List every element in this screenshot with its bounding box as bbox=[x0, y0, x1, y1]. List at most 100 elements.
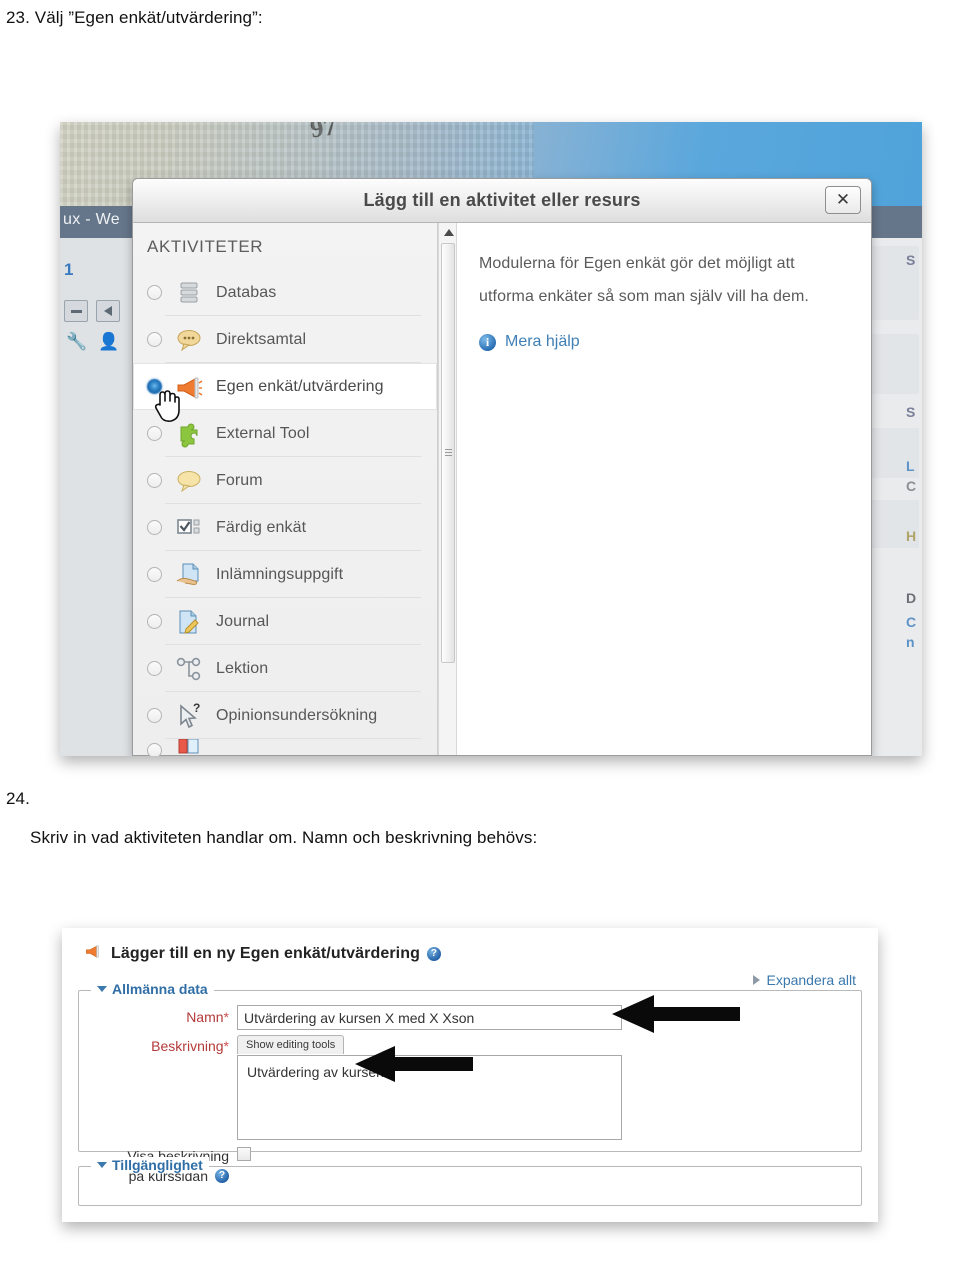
checklist-icon bbox=[174, 513, 204, 543]
svg-text:?: ? bbox=[193, 701, 200, 715]
wrench-icon[interactable]: 🔧 bbox=[66, 332, 87, 352]
activity-option-direktsamtal[interactable]: Direktsamtal bbox=[133, 316, 437, 363]
radio-opinionsundersokning[interactable] bbox=[147, 708, 162, 723]
radio-databas[interactable] bbox=[147, 285, 162, 300]
description-editor[interactable]: Utvärdering av kursen bbox=[237, 1055, 622, 1140]
block-link-fragment[interactable]: C bbox=[906, 478, 916, 494]
activity-label: Direktsamtal bbox=[216, 330, 307, 348]
activity-list-scrollbar[interactable] bbox=[438, 223, 457, 755]
expand-all-label: Expandera allt bbox=[766, 972, 856, 988]
step-24-text: Skriv in vad aktiviteten handlar om. Nam… bbox=[30, 828, 538, 847]
dialog-body: AKTIVITETER Databas Direktsamtal Egen en… bbox=[133, 223, 871, 756]
dialog-title: Lägg till en aktivitet eller resurs bbox=[363, 190, 641, 210]
description-field-label: Beskrivning* bbox=[103, 1038, 229, 1054]
activity-label: Databas bbox=[216, 283, 277, 301]
activity-option-databas[interactable]: Databas bbox=[133, 269, 437, 316]
chevron-right-icon bbox=[753, 975, 761, 985]
name-label-text: Namn bbox=[186, 1009, 224, 1025]
activity-label: Inlämningsuppgift bbox=[216, 565, 344, 583]
activity-label: Opinionsundersökning bbox=[216, 706, 378, 724]
radio-forum[interactable] bbox=[147, 473, 162, 488]
expand-all-link[interactable]: Expandera allt bbox=[753, 972, 856, 988]
screenshot-add-survey-form: Lägger till en ny Egen enkät/utvärdering… bbox=[62, 928, 878, 1222]
puzzle-piece-icon bbox=[174, 419, 204, 449]
activity-option-lektion[interactable]: Lektion bbox=[133, 645, 437, 692]
book-icon bbox=[174, 739, 204, 756]
block-title-fragment: S bbox=[906, 252, 916, 268]
activities-heading: AKTIVITETER bbox=[147, 237, 264, 256]
activity-label: Journal bbox=[216, 612, 270, 630]
show-editing-tools-button[interactable]: Show editing tools bbox=[237, 1035, 345, 1054]
activity-option-forum[interactable]: Forum bbox=[133, 457, 437, 504]
description-editor-content: Utvärdering av kursen bbox=[247, 1064, 384, 1080]
hand-paper-icon bbox=[174, 560, 204, 590]
pencil-page-icon bbox=[174, 607, 204, 637]
activity-description: Modulerna för Egen enkät gör det möjligt… bbox=[479, 255, 809, 305]
general-settings-fieldset: Allmänna data Namn* Beskrivning* Show ed… bbox=[78, 981, 862, 1184]
scrollbar-thumb[interactable] bbox=[441, 243, 455, 663]
activity-option-opinionsundersokning[interactable]: ? Opinionsundersökning bbox=[133, 692, 437, 739]
block-link-fragment[interactable]: n bbox=[906, 634, 915, 650]
availability-fieldset: Tillgänglighet bbox=[78, 1157, 862, 1206]
block-link-fragment[interactable]: L bbox=[906, 458, 915, 474]
activity-label: Forum bbox=[216, 471, 263, 489]
radio-inlamningsuppgift[interactable] bbox=[147, 567, 162, 582]
database-icon bbox=[174, 278, 204, 308]
back-button[interactable] bbox=[96, 300, 120, 322]
availability-label: Tillgänglighet bbox=[112, 1157, 203, 1173]
block-link-fragment[interactable]: C bbox=[906, 614, 916, 630]
more-help-link[interactable]: i Mera hjälp bbox=[479, 333, 849, 351]
activity-option-egen-enkat[interactable]: Egen enkät/utvärdering bbox=[133, 363, 437, 422]
activity-list-panel: AKTIVITETER Databas Direktsamtal Egen en… bbox=[133, 223, 438, 756]
general-settings-label: Allmänna data bbox=[112, 981, 208, 997]
info-icon: i bbox=[479, 333, 496, 351]
activity-label: Egen enkät/utvärdering bbox=[216, 377, 384, 395]
scroll-up-icon[interactable] bbox=[444, 229, 454, 236]
step-24-number: 24. bbox=[6, 789, 30, 808]
scrollbar-grip bbox=[445, 449, 452, 457]
radio-fardig-enkat[interactable] bbox=[147, 520, 162, 535]
form-heading: Lägger till en ny Egen enkät/utvärdering… bbox=[84, 942, 441, 965]
block-link-fragment[interactable]: D bbox=[906, 590, 916, 606]
radio-direktsamtal[interactable] bbox=[147, 332, 162, 347]
more-help-label: Mera hjälp bbox=[505, 333, 580, 350]
activity-description-panel: Modulerna för Egen enkät gör det möjligt… bbox=[457, 223, 871, 755]
required-mark: * bbox=[223, 1038, 229, 1054]
flowchart-icon bbox=[174, 654, 204, 684]
block-title-fragment: H bbox=[906, 528, 917, 544]
add-user-icon[interactable]: 👤 bbox=[98, 332, 119, 352]
cursor-question-icon: ? bbox=[174, 701, 204, 731]
section-number: 1 bbox=[64, 260, 74, 279]
radio-external-tool[interactable] bbox=[147, 426, 162, 441]
speech-bubble-icon bbox=[174, 466, 204, 496]
site-title-fragment: ux - We bbox=[63, 211, 120, 228]
activity-option-inlamningsuppgift[interactable]: Inlämningsuppgift bbox=[133, 551, 437, 598]
screenshot-activity-chooser: 97 ux - We 1 🔧 👤 S S L C H D C n Lägg ti… bbox=[60, 122, 922, 756]
availability-legend[interactable]: Tillgänglighet bbox=[91, 1157, 209, 1173]
radio-partial[interactable] bbox=[147, 742, 162, 756]
radio-egen-enkat[interactable] bbox=[147, 379, 162, 394]
activity-options-list: Databas Direktsamtal Egen enkät/utvärder… bbox=[133, 269, 437, 756]
step-23-text: Välj ”Egen enkät/utvärdering”: bbox=[34, 8, 263, 27]
name-input[interactable] bbox=[237, 1005, 622, 1030]
step-23-line: 23. Välj ”Egen enkät/utvärdering”: bbox=[6, 8, 263, 28]
show-description-checkbox[interactable] bbox=[237, 1147, 251, 1161]
collapse-button[interactable] bbox=[64, 300, 88, 322]
banner-graphic: 97 bbox=[308, 122, 339, 144]
megaphone-icon bbox=[174, 372, 204, 402]
add-activity-dialog: Lägg till en aktivitet eller resurs ✕ AK… bbox=[132, 178, 872, 756]
name-field-label: Namn* bbox=[139, 1009, 229, 1025]
activity-option-partial[interactable] bbox=[133, 739, 437, 756]
activity-option-fardig-enkat[interactable]: Färdig enkät bbox=[133, 504, 437, 551]
description-label-text: Beskrivning bbox=[151, 1038, 224, 1054]
close-icon[interactable]: ✕ bbox=[825, 186, 861, 214]
required-mark: * bbox=[223, 1009, 229, 1025]
general-settings-legend[interactable]: Allmänna data bbox=[91, 981, 214, 997]
activity-option-external-tool[interactable]: External Tool bbox=[133, 410, 437, 457]
dialog-titlebar: Lägg till en aktivitet eller resurs ✕ bbox=[133, 179, 871, 223]
radio-lektion[interactable] bbox=[147, 661, 162, 676]
radio-journal[interactable] bbox=[147, 614, 162, 629]
activity-option-journal[interactable]: Journal bbox=[133, 598, 437, 645]
activity-label: Lektion bbox=[216, 659, 269, 677]
help-icon[interactable]: ? bbox=[426, 946, 441, 961]
